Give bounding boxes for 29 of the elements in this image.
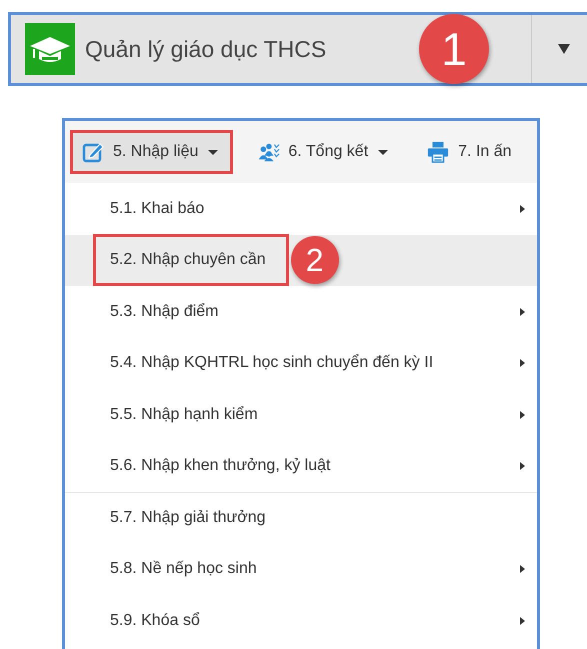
- menu-item[interactable]: 5.8. Nề nếp học sinh: [65, 544, 537, 595]
- menu-item-label: 5.8. Nề nếp học sinh: [109, 559, 258, 580]
- menu-item-label: 5.6. Nhập khen thưởng, kỷ luật: [109, 456, 332, 476]
- menu-item-label: 5.1. Khai báo: [109, 198, 206, 219]
- menu-item[interactable]: 5.2. Nhập chuyên cần 2: [65, 234, 537, 286]
- menu-item[interactable]: 5.6. Nhập khen thưởng, kỷ luật: [65, 440, 537, 492]
- menu-tab[interactable]: 6. Tổng kết: [245, 130, 404, 174]
- menu-item-label: 5.4. Nhập KQHTRL học sinh chuyển đến kỳ II: [109, 353, 434, 374]
- menu-item[interactable]: 5.5. Nhập hạnh kiểm: [65, 389, 537, 440]
- menu-tab[interactable]: 5. Nhập liệu: [70, 130, 234, 174]
- people-icon: [256, 141, 280, 163]
- menu-item[interactable]: 5.1. Khai báo: [65, 183, 537, 234]
- graduation-cap-icon: [25, 23, 75, 75]
- caret-icon: [558, 44, 570, 54]
- app-title: Quản lý giáo dục THCS: [85, 36, 326, 62]
- menu-item-label: 5.2. Nhập chuyên cần: [93, 234, 289, 286]
- menu-item[interactable]: 5.4. Nhập KQHTRL học sinh chuyển đến kỳ II: [65, 338, 537, 389]
- step-badge: 1: [419, 14, 489, 84]
- edit-icon: [81, 141, 105, 163]
- menu-item[interactable]: 5.3. Nhập điểm: [65, 286, 537, 338]
- step-badge: 2: [290, 236, 339, 284]
- menu-item-label: 5.5. Nhập hạnh kiểm: [109, 404, 259, 425]
- menu-item-label: 5.9. Khóa sổ: [109, 610, 201, 631]
- menu-item-label: 5.7. Nhập giải thưởng: [109, 508, 267, 528]
- menu-item[interactable]: 5.9. Khóa sổ: [65, 595, 537, 646]
- menu-item[interactable]: 5.7. Nhập giải thưởng: [65, 492, 537, 544]
- menu-item-label: 5.3. Nhập điểm: [109, 302, 220, 322]
- printer-icon: [426, 141, 450, 163]
- menu-tab[interactable]: 7. In ấn: [415, 130, 527, 174]
